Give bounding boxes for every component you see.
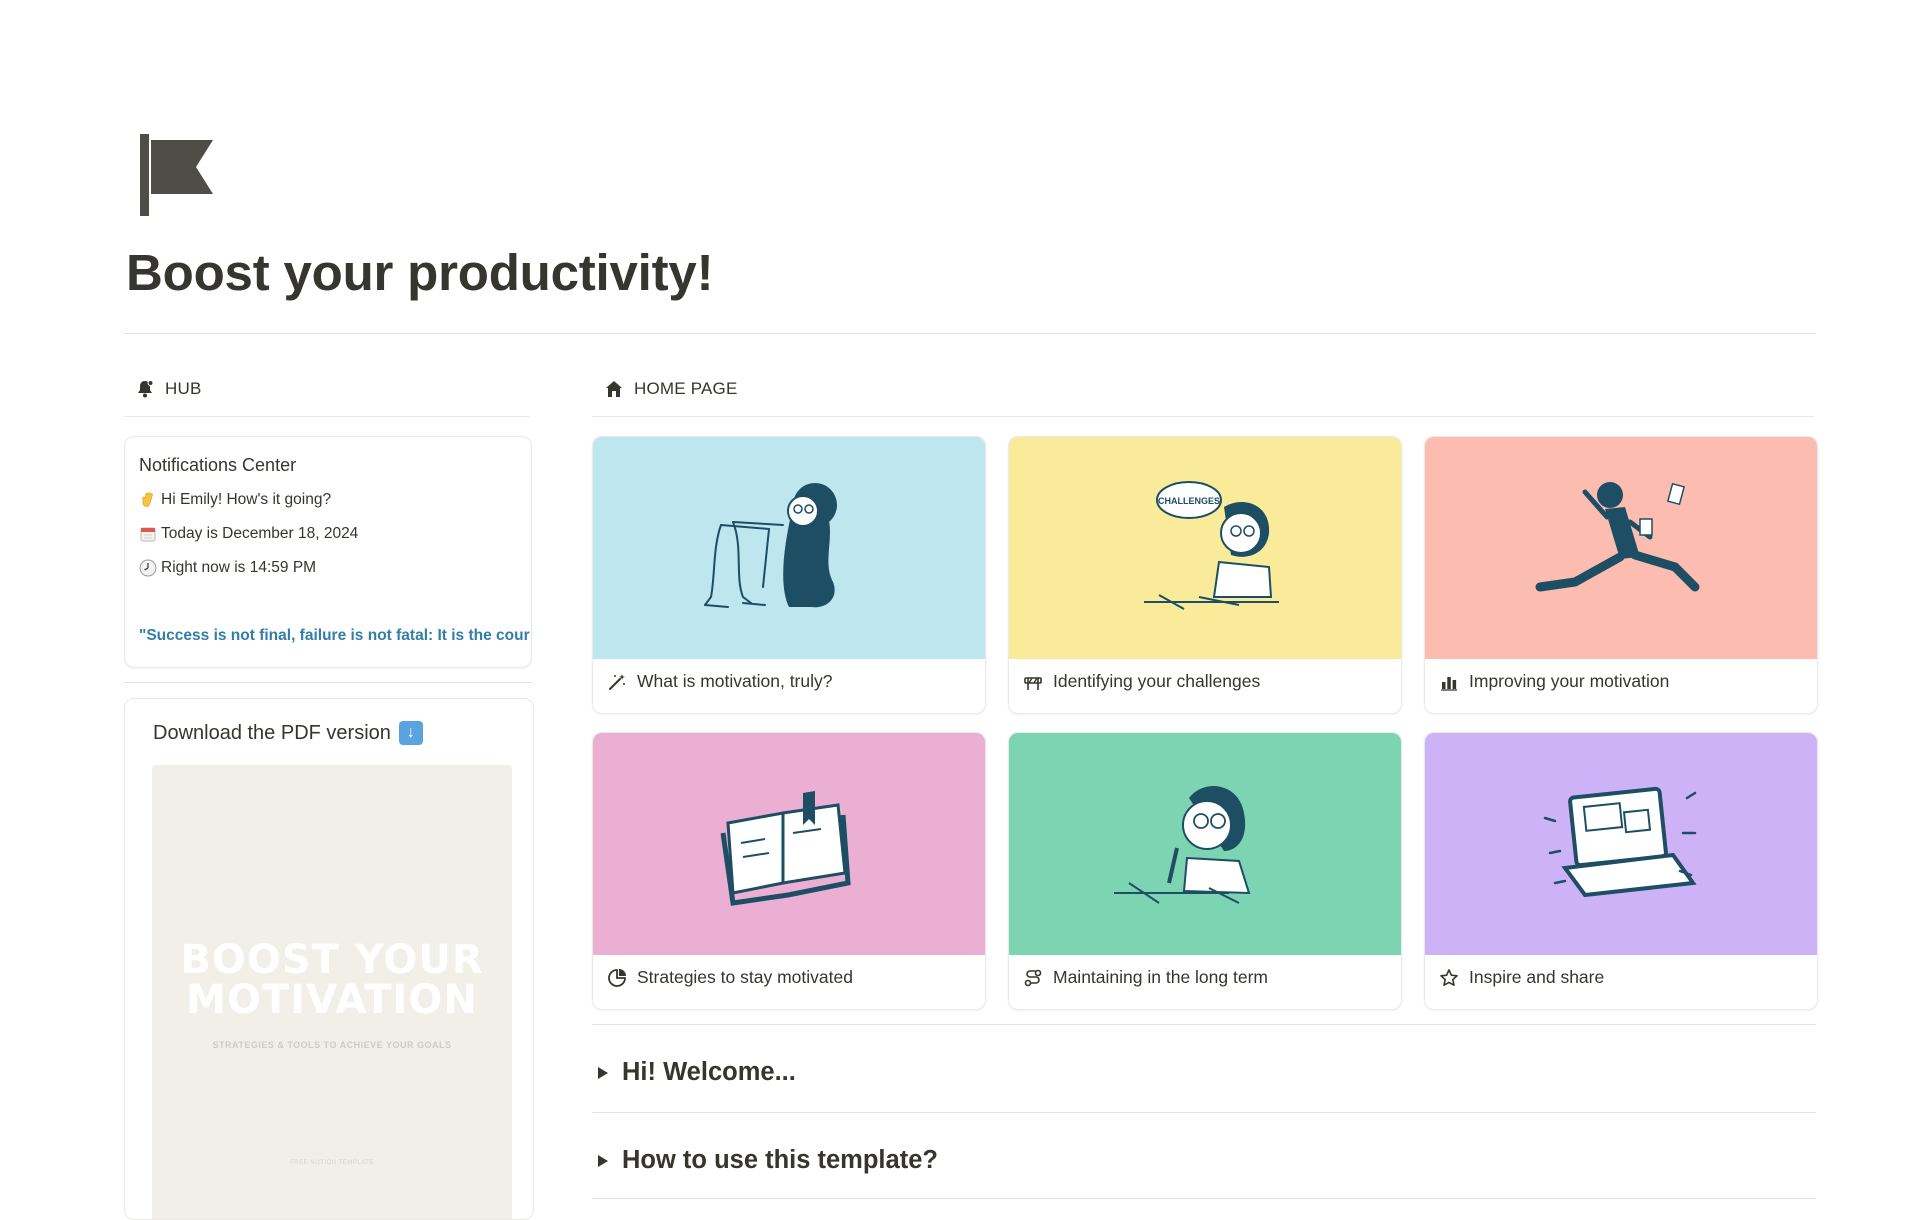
- title-divider: [124, 333, 1816, 334]
- hub-header-divider: [124, 416, 530, 417]
- card-cover: CHALLENGES: [1009, 437, 1401, 659]
- card-title[interactable]: What is motivation, truly?: [637, 671, 832, 692]
- pdf-cover-footer: FREE NOTION TEMPLATE: [290, 1160, 374, 1166]
- card-label-row[interactable]: Inspire and share: [1439, 967, 1604, 988]
- hub-header: HUB: [135, 374, 202, 404]
- page-title: Boost your productivity!: [126, 244, 714, 301]
- card-label-row[interactable]: Identifying your challenges: [1023, 671, 1260, 692]
- toggle-welcome-label[interactable]: Hi! Welcome...: [622, 1058, 796, 1087]
- toggle-divider: [592, 1112, 1816, 1113]
- bell-icon: [138, 380, 154, 398]
- card-title[interactable]: Maintaining in the long term: [1053, 967, 1268, 988]
- card-cover: [1425, 437, 1817, 659]
- sitting-person-illustration: [704, 483, 837, 608]
- date-row: Today is December 18, 2024: [139, 525, 358, 543]
- greeting-text: Hi Emily! How's it going?: [161, 491, 332, 508]
- page-flag-icon[interactable]: [138, 132, 218, 217]
- card-title[interactable]: Improving your motivation: [1469, 671, 1669, 692]
- route-icon: [1024, 969, 1042, 986]
- gallery-divider: [592, 1024, 1816, 1025]
- pdf-cover-preview[interactable]: BOOST YOUR MOTIVATION STRATEGIES & TOOLS…: [152, 765, 512, 1219]
- gallery-card-inspire[interactable]: Inspire and share: [1424, 732, 1818, 1010]
- road-barrier-icon: [1024, 676, 1042, 690]
- toggle-how-to-use-label[interactable]: How to use this template?: [622, 1146, 938, 1175]
- gallery-card-improving[interactable]: Improving your motivation: [1424, 436, 1818, 714]
- toggle-welcome[interactable]: Hi! Welcome...: [598, 1058, 796, 1087]
- download-title-text[interactable]: Download the PDF version: [153, 722, 391, 745]
- card-cover: [593, 733, 985, 955]
- writing-person-illustration: [1114, 786, 1251, 904]
- card-title[interactable]: Inspire and share: [1469, 967, 1604, 988]
- card-cover: [593, 437, 985, 659]
- card-cover: [1425, 733, 1817, 955]
- gallery-card-strategies[interactable]: Strategies to stay motivated: [592, 732, 986, 1010]
- greeting-row: Hi Emily! How's it going?: [139, 491, 331, 509]
- toggle-arrow-icon[interactable]: [598, 1066, 608, 1079]
- hub-header-label: HUB: [165, 379, 202, 398]
- clock-icon: [139, 559, 157, 577]
- house-icon: [606, 381, 622, 397]
- download-title[interactable]: Download the PDF version ↓: [153, 721, 423, 745]
- card-cover: [1009, 733, 1401, 955]
- toggle-arrow-icon[interactable]: [598, 1154, 608, 1167]
- toggle-how-to-use[interactable]: How to use this template?: [598, 1146, 938, 1175]
- down-arrow-icon: ↓: [398, 721, 423, 745]
- pdf-cover-title: BOOST YOUR MOTIVATION: [152, 940, 512, 1020]
- challenges-illustration: CHALLENGES: [1144, 481, 1279, 610]
- card-label-row[interactable]: Maintaining in the long term: [1023, 967, 1268, 988]
- card-title[interactable]: Identifying your challenges: [1053, 671, 1260, 692]
- card-label-row[interactable]: What is motivation, truly?: [607, 671, 832, 692]
- gallery-card-challenges[interactable]: CHALLENGES Identifying your challenges: [1008, 436, 1402, 714]
- calendar-icon: [139, 525, 157, 543]
- home-page-header-label: HOME PAGE: [634, 379, 738, 398]
- notifications-center-card: Notifications Center Hi Emily! How's it …: [124, 436, 532, 668]
- time-text: Right now is 14:59 PM: [161, 559, 317, 576]
- home-page-header: HOME PAGE: [604, 374, 738, 404]
- gallery-card-motivation[interactable]: What is motivation, truly?: [592, 436, 986, 714]
- notifications-title: Notifications Center: [139, 455, 297, 475]
- card-label-row[interactable]: Strategies to stay motivated: [607, 967, 853, 988]
- hub-divider: [124, 682, 532, 683]
- pdf-cover-title-line2: MOTIVATION: [186, 977, 478, 1023]
- pie-chart-icon: [608, 968, 626, 987]
- bar-chart-icon: [1441, 676, 1457, 691]
- download-pdf-card[interactable]: Download the PDF version ↓ BOOST YOUR MO…: [124, 698, 534, 1220]
- motivational-quote: "Success is not final, failure is not fa…: [139, 627, 530, 644]
- card-label-row[interactable]: Improving your motivation: [1439, 671, 1669, 692]
- time-row: Right now is 14:59 PM: [139, 559, 316, 577]
- home-header-divider: [592, 416, 1814, 417]
- date-text: Today is December 18, 2024: [161, 525, 359, 542]
- pdf-cover-subtitle: STRATEGIES & TOOLS TO ACHIEVE YOUR GOALS: [212, 1040, 452, 1050]
- open-book-illustration: [720, 791, 851, 906]
- laptop-illustration: [1543, 786, 1697, 898]
- card-title[interactable]: Strategies to stay motivated: [637, 967, 853, 988]
- pdf-cover-title-line1: BOOST YOUR: [180, 937, 484, 983]
- star-icon: [1440, 968, 1458, 986]
- waving-hand-icon: [139, 491, 157, 509]
- gallery-card-long-term[interactable]: Maintaining in the long term: [1008, 732, 1402, 1010]
- magic-wand-icon: [609, 673, 625, 690]
- svg-text:CHALLENGES: CHALLENGES: [1158, 496, 1220, 506]
- running-person-illustration: [1535, 482, 1700, 592]
